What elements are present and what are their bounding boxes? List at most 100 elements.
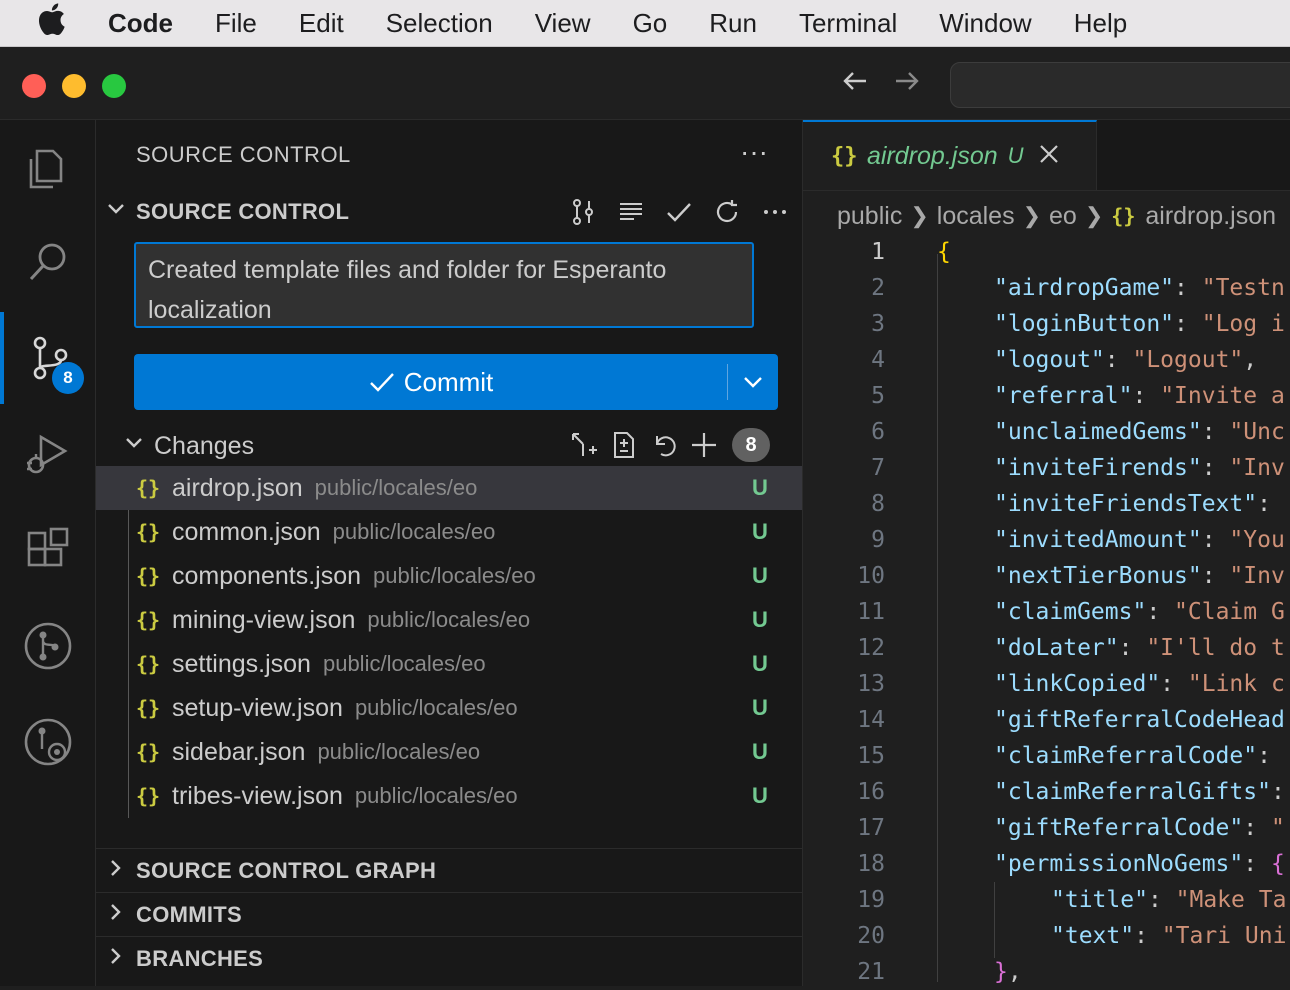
file-row[interactable]: {} mining-view.json public/locales/eo U [96,598,802,642]
code-line[interactable]: 17 "giftReferralCode": " [803,810,1290,846]
code-line[interactable]: 20 "text": "Tari Uni [803,918,1290,954]
branches-section[interactable]: BRANCHES [96,936,802,980]
file-row[interactable]: {} airdrop.json public/locales/eo U [96,466,802,510]
menu-window[interactable]: Window [939,8,1031,39]
close-window-button[interactable] [22,74,46,98]
git-history-activity[interactable] [0,696,95,788]
code-text: "invitedAmount": "You [994,527,1285,553]
extensions-activity[interactable] [0,504,95,596]
code-text: "title": "Make Ta [1051,887,1287,913]
stage-all-icon[interactable] [688,428,720,462]
menu-go[interactable]: Go [633,8,668,39]
line-number: 21 [857,959,885,985]
code-line[interactable]: 11 "claimGems": "Claim G [803,594,1290,630]
code-line[interactable]: 6 "unclaimedGems": "Unc [803,414,1290,450]
json-file-icon: {} [831,143,858,169]
sidebar-title: SOURCE CONTROL [136,142,351,167]
minimize-window-button[interactable] [62,74,86,98]
tab-status: U [1007,143,1024,168]
diff-file-icon[interactable] [608,428,640,462]
code-text: "giftReferralCode": " [994,815,1285,841]
commit-button[interactable]: Commit [134,367,727,398]
menu-file[interactable]: File [215,8,257,39]
menu-run[interactable]: Run [709,8,757,39]
menu-help[interactable]: Help [1074,8,1127,39]
list-view-icon[interactable] [614,196,648,228]
run-debug-activity[interactable] [0,408,95,500]
editor-tab-airdrop[interactable]: {} airdrop.json U [803,120,1097,190]
code-line[interactable]: 12 "doLater": "I'll do t [803,630,1290,666]
code-line[interactable]: 15 "claimReferralCode": [803,738,1290,774]
breadcrumb-public[interactable]: public [837,202,902,231]
code-line[interactable]: 3 "loginButton": "Log i [803,306,1290,342]
file-row[interactable]: {} setup-view.json public/locales/eo U [96,686,802,730]
code-line[interactable]: 9 "invitedAmount": "You [803,522,1290,558]
source-control-activity[interactable]: 8 [0,312,95,404]
code-text: { [937,239,951,265]
commits-section[interactable]: COMMITS [96,892,802,936]
code-line[interactable]: 5 "referral": "Invite a [803,378,1290,414]
zoom-window-button[interactable] [102,74,126,98]
line-number: 5 [871,383,885,409]
code-line[interactable]: 18 "permissionNoGems": { [803,846,1290,882]
breadcrumb-file[interactable]: airdrop.json [1145,202,1276,231]
code-text: "linkCopied": "Link c [994,671,1285,697]
section-more-icon[interactable] [758,196,792,228]
code-text: "permissionNoGems": { [994,851,1285,877]
explorer-activity[interactable] [0,122,95,214]
chevron-right-icon: ❯ [910,203,929,228]
git-graph-activity[interactable] [0,600,95,692]
section-title: SOURCE CONTROL GRAPH [136,857,437,883]
code-line[interactable]: 16 "claimReferralGifts": [803,774,1290,810]
menu-edit[interactable]: Edit [299,8,344,39]
untracked-status: U [752,607,768,632]
file-row[interactable]: {} sidebar.json public/locales/eo U [96,730,802,774]
arrow-right-icon[interactable] [892,66,922,104]
commit-message-input[interactable]: Created template files and folder for Es… [134,242,754,328]
more-actions-icon[interactable]: ··· [740,136,768,168]
menu-terminal[interactable]: Terminal [799,8,897,39]
code-line[interactable]: 19 "title": "Make Ta [803,882,1290,918]
refresh-icon[interactable] [710,196,744,228]
file-name: tribes-view.json [172,781,343,810]
source-control-sidebar: SOURCE CONTROL ··· SOURCE CONTROL Create… [96,120,803,986]
code-line[interactable]: 7 "inviteFirends": "Inv [803,450,1290,486]
menu-code[interactable]: Code [108,8,173,39]
menu-view[interactable]: View [535,8,591,39]
menu-selection[interactable]: Selection [386,8,493,39]
close-icon[interactable] [1038,140,1060,172]
code-line[interactable]: 21}, [803,954,1290,990]
discard-changes-icon[interactable] [648,428,680,462]
line-number: 1 [871,239,885,265]
code-line[interactable]: 4 "logout": "Logout", [803,342,1290,378]
code-line[interactable]: 8 "inviteFriendsText": [803,486,1290,522]
source-control-section-header[interactable]: SOURCE CONTROL [96,190,802,234]
git-history-icon [24,718,71,766]
code-editor[interactable]: 1{2 "airdropGame": "Testn 3 "loginButton": … [803,234,1290,990]
source-control-graph-section[interactable]: SOURCE CONTROL GRAPH [96,848,802,892]
commit-options-dropdown[interactable] [728,370,778,394]
open-changes-icon[interactable] [568,428,600,462]
changes-toolbar: 8 [568,428,770,462]
file-row[interactable]: {} common.json public/locales/eo U [96,510,802,554]
file-row[interactable]: {} components.json public/locales/eo U [96,554,802,598]
search-activity[interactable] [0,216,95,308]
code-line[interactable]: 14 "giftReferralCodeHead [803,702,1290,738]
apple-logo-icon[interactable] [36,2,74,44]
file-row[interactable]: {} settings.json public/locales/eo U [96,642,802,686]
code-text: "referral": "Invite a [994,383,1285,409]
command-center-search[interactable] [950,62,1290,108]
arrow-left-icon[interactable] [840,66,870,104]
code-line[interactable]: 10 "nextTierBonus": "Inv [803,558,1290,594]
breadcrumb-eo[interactable]: eo [1049,202,1077,231]
code-line[interactable]: 2 "airdropGame": "Testn [803,270,1290,306]
changes-group-header[interactable]: Changes 8 [96,424,802,468]
line-number: 19 [857,887,885,913]
code-line[interactable]: 1{ [803,234,1290,270]
code-line[interactable]: 13 "linkCopied": "Link c [803,666,1290,702]
git-graph-toggle-icon[interactable] [566,196,600,228]
commit-check-icon[interactable] [662,196,696,228]
breadcrumb-locales[interactable]: locales [937,202,1015,231]
file-row[interactable]: {} tribes-view.json public/locales/eo U [96,774,802,818]
json-file-icon: {} [136,476,161,500]
